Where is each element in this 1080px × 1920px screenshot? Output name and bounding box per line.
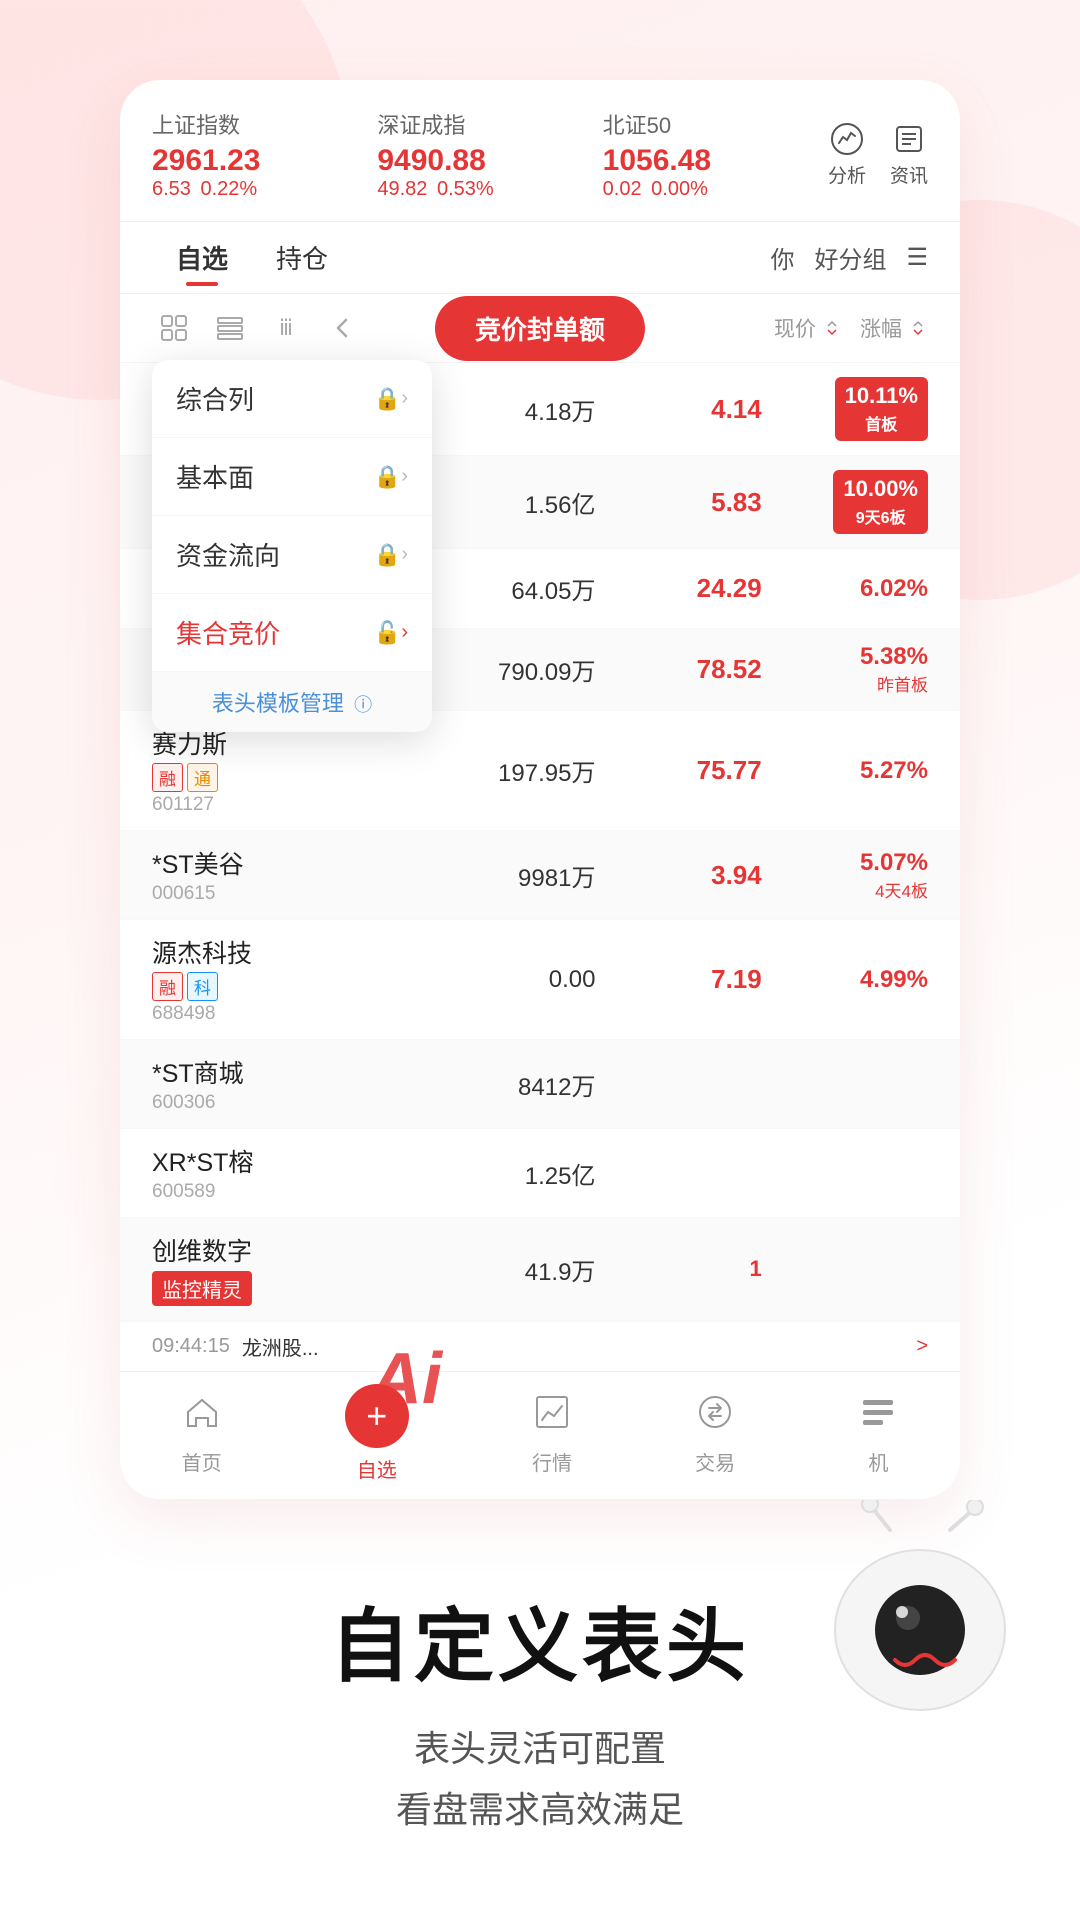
table-row[interactable]: *ST美谷 000615 9981万 3.94 5.07% 4天4板	[120, 831, 960, 920]
chart-icon	[532, 1392, 572, 1441]
dropdown-item-auction[interactable]: 集合竞价 🔓 ›	[152, 594, 432, 672]
tab-bar: 自选 持仓 你 好分组 ☰	[120, 222, 960, 294]
nav-trade-label: 交易	[695, 1447, 735, 1476]
nav-market-label: 行情	[532, 1447, 572, 1476]
dropdown-menu: 综合列 🔒 › 基本面 🔒 › 资金流向 🔒 › 集合竞价 🔓 › 表头模板管理…	[152, 360, 432, 732]
stock-price-3: 24.29	[595, 573, 761, 604]
index-shenzhen-value: 9490.88	[377, 144, 586, 178]
stock-change-4: 5.38% 昨首板	[762, 643, 928, 696]
stock-change-1: 10.11% 首板	[762, 377, 928, 441]
index-beijing: 北证50 1056.48 0.02 0.00%	[603, 108, 812, 201]
tag-ke: 科	[187, 972, 218, 1001]
analysis-button[interactable]: 分析	[828, 121, 866, 188]
analysis-label: 分析	[828, 161, 866, 188]
tag-rong: 融	[152, 763, 183, 792]
stock-price-1: 4.14	[595, 394, 761, 425]
index-shanghai-value: 2961.23	[152, 144, 361, 178]
tab-watchlist[interactable]: 自选	[152, 222, 252, 294]
dropdown-item-fundamental[interactable]: 基本面 🔒 ›	[152, 438, 432, 516]
tab-holding[interactable]: 持仓	[252, 222, 352, 294]
index-shanghai: 上证指数 2961.23 6.53 0.22%	[152, 108, 361, 201]
lock-icon-3: 🔒	[374, 542, 401, 568]
ticker-time: 09:44:15	[152, 1335, 230, 1358]
table-row[interactable]: 创维数字 监控精灵 41.9万 1	[120, 1218, 960, 1321]
chevron-right-icon-2: ›	[401, 465, 408, 488]
dropdown-flow-label: 资金流向	[176, 536, 366, 573]
nav-watchlist-label: 自选	[357, 1454, 397, 1483]
chevron-right-icon-4: ›	[401, 621, 408, 644]
columns-icon[interactable]: ⅲ	[264, 306, 308, 350]
dropdown-item-flow[interactable]: 资金流向 🔒 ›	[152, 516, 432, 594]
table-row[interactable]: 源杰科技 融 科 688498 0.00 7.19 4.99%	[120, 920, 960, 1040]
layout-icon-1[interactable]	[152, 306, 196, 350]
toolbar-row: ⅲ 竞价封单额 现价 涨幅	[120, 294, 960, 363]
index-beijing-change: 0.02 0.00%	[603, 178, 812, 201]
tab-group[interactable]: 好分组	[814, 240, 886, 275]
app-card: 上证指数 2961.23 6.53 0.22% 深证成指 9490.88 49.…	[120, 80, 960, 1499]
index-beijing-label: 北证50	[603, 108, 812, 140]
tag-tong: 通	[187, 763, 218, 792]
price-col-header: 现价	[774, 313, 816, 343]
header-icons: 分析 资讯	[828, 121, 928, 188]
sub-title-1: 表头灵活可配置 看盘需求高效满足	[60, 1718, 1020, 1840]
trade-icon	[695, 1392, 735, 1441]
mascot	[820, 1500, 1020, 1720]
ai-label: Ai	[370, 1338, 442, 1420]
stock-change-3: 6.02%	[762, 575, 928, 603]
monitor-badge: 监控精灵	[152, 1271, 252, 1306]
lock-icon-1: 🔒	[374, 386, 401, 412]
nav-trade[interactable]: 交易	[695, 1392, 735, 1476]
index-shenzhen-change: 49.82 0.53%	[377, 178, 586, 201]
index-shanghai-label: 上证指数	[152, 108, 361, 140]
stock-price-4: 78.52	[595, 654, 761, 685]
nav-more-label: 机	[868, 1447, 888, 1476]
dropdown-auction-label: 集合竞价	[176, 614, 366, 651]
stock-change-2: 10.00% 9天6板	[762, 470, 928, 534]
news-button[interactable]: 资讯	[890, 121, 928, 188]
ticker-name: 龙洲股...	[242, 1332, 319, 1361]
index-shanghai-change: 6.53 0.22%	[152, 178, 361, 201]
info-icon: ⓘ	[354, 695, 372, 715]
stock-price-2: 5.83	[595, 487, 761, 518]
lock-icon-2: 🔒	[374, 464, 401, 490]
dropdown-footer[interactable]: 表头模板管理 ⓘ	[152, 672, 432, 732]
dropdown-item-composite[interactable]: 综合列 🔒 ›	[152, 360, 432, 438]
more-icon	[858, 1392, 898, 1441]
market-header: 上证指数 2961.23 6.53 0.22% 深证成指 9490.88 49.…	[120, 80, 960, 222]
tag-rong-2: 融	[152, 972, 183, 1001]
menu-icon[interactable]: ☰	[906, 243, 928, 272]
chevron-right-icon-3: ›	[401, 543, 408, 566]
layout-icon-2[interactable]	[208, 306, 252, 350]
table-row[interactable]: *ST商城 600306 8412万	[120, 1040, 960, 1129]
index-shenzhen: 深证成指 9490.88 49.82 0.53%	[377, 108, 586, 201]
bottom-nav: 首页 + 自选 行情	[120, 1371, 960, 1499]
arrow-left-icon[interactable]	[320, 306, 364, 350]
home-icon	[182, 1392, 222, 1441]
dropdown-fundamental-label: 基本面	[176, 458, 366, 495]
nav-market[interactable]: 行情	[532, 1392, 572, 1476]
dropdown-composite-label: 综合列	[176, 380, 366, 417]
lock-icon-4: 🔓	[374, 620, 401, 646]
ticker-arrow: >	[916, 1335, 928, 1358]
jingpai-button[interactable]: 竞价封单额	[435, 296, 645, 361]
table-row[interactable]: XR*ST榕 600589 1.25亿	[120, 1129, 960, 1218]
chevron-right-icon-1: ›	[401, 387, 408, 410]
index-shenzhen-label: 深证成指	[377, 108, 586, 140]
nav-more[interactable]: 机	[858, 1392, 898, 1476]
change-col-header: 涨幅	[860, 313, 902, 343]
nav-home-label: 首页	[182, 1447, 222, 1476]
ticker-bar: 09:44:15 龙洲股... >	[120, 1321, 960, 1371]
tab-you[interactable]: 你	[770, 240, 794, 275]
nav-home[interactable]: 首页	[182, 1392, 222, 1476]
index-beijing-value: 1056.48	[603, 144, 812, 178]
news-label: 资讯	[890, 161, 928, 188]
